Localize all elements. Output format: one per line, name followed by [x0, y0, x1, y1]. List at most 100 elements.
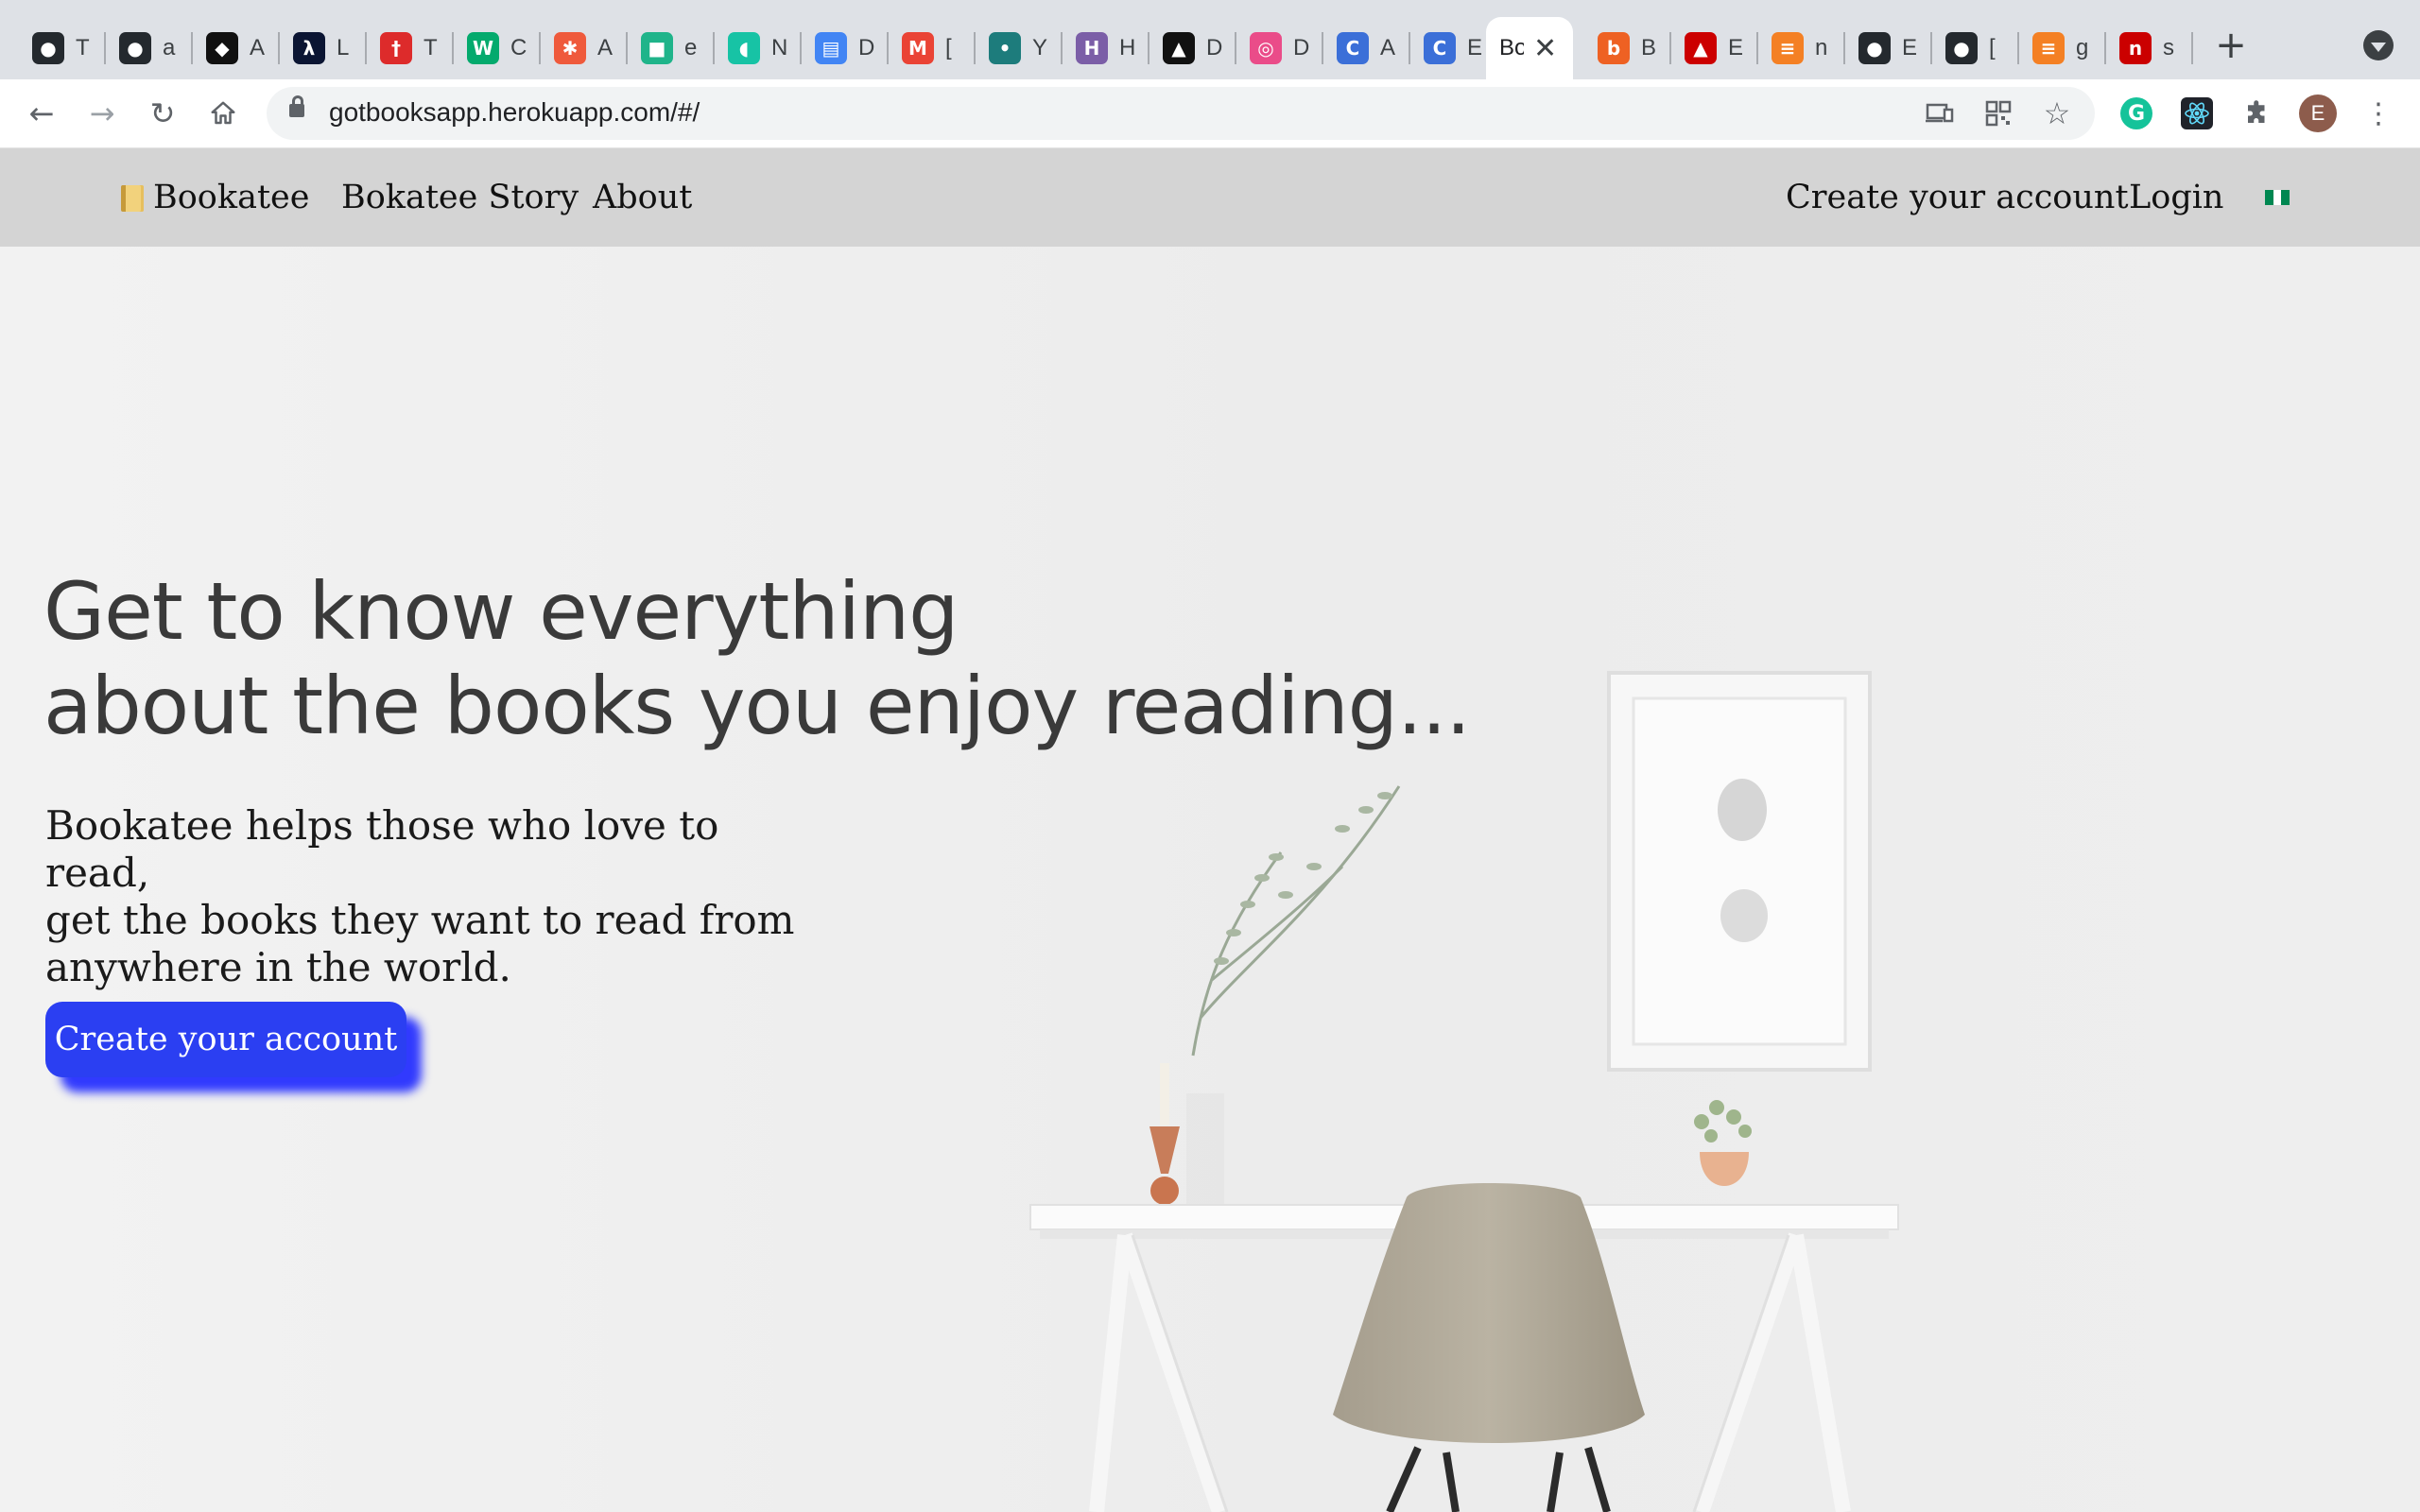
tab-title: E — [1902, 35, 1918, 60]
hero-subtitle-line-1: Bookatee helps those who love to read, — [45, 802, 719, 896]
tab-title: Bo — [1499, 35, 1524, 60]
tab-title: E — [1467, 35, 1483, 60]
close-icon[interactable]: ✕ — [1533, 32, 1557, 65]
grammarly-extension-icon[interactable]: G — [2118, 94, 2155, 132]
brand-link[interactable]: Bookatee — [121, 179, 309, 216]
bookmark-star-icon[interactable]: ☆ — [2040, 95, 2074, 131]
tower-icon: † — [380, 32, 412, 64]
drop-icon: • — [989, 32, 1021, 64]
tab-title: E — [1728, 35, 1744, 60]
browser-tab[interactable]: ▲ D — [1150, 17, 1236, 79]
tab-title: A — [250, 35, 266, 60]
lock-icon — [289, 95, 304, 117]
lambda-icon: λ — [293, 32, 325, 64]
redhat-icon: ▲ — [1685, 32, 1717, 64]
bookmark-icon: ◖ — [728, 32, 760, 64]
nav-link-create-account[interactable]: Create your account — [1786, 179, 2129, 216]
tab-title: [ — [1989, 35, 1996, 60]
book-icon — [121, 185, 144, 212]
dribbble-icon: ◎ — [1250, 32, 1282, 64]
browser-tab[interactable]: CA — [1323, 17, 1410, 79]
create-account-button[interactable]: Create your account — [45, 1002, 406, 1077]
browser-tab[interactable]: ≡ g — [2019, 17, 2106, 79]
asterisk-icon: ✱ — [554, 32, 586, 64]
tab-title: B — [1641, 35, 1657, 60]
github-icon: ● — [1945, 32, 1978, 64]
tab-title: A — [597, 35, 614, 60]
browser-tab[interactable]: ● a — [106, 17, 193, 79]
back-button[interactable]: ← — [19, 91, 64, 136]
forward-button[interactable]: → — [79, 91, 125, 136]
tab-divider — [2191, 32, 2193, 64]
home-icon — [211, 101, 235, 125]
tab-title: D — [858, 35, 875, 60]
browser-tab[interactable]: ns — [2106, 17, 2193, 79]
browser-tab[interactable]: ◖ N — [715, 17, 802, 79]
tab-title: T — [76, 35, 90, 60]
nav-link-story[interactable]: Bokatee Story — [341, 179, 579, 216]
github-icon: ● — [1858, 32, 1891, 64]
browser-tab[interactable]: ▤ D — [802, 17, 889, 79]
browser-tab[interactable]: ●[ — [1932, 17, 2019, 79]
browser-toolbar: ← → ↻ gotbooksapp.herokuapp.com/#/ ☆ G E… — [0, 79, 2420, 148]
tab-title: T — [424, 35, 438, 60]
flag-stripe — [2273, 190, 2282, 205]
extensions-puzzle-icon[interactable] — [2238, 94, 2276, 132]
tab-title: g — [2076, 35, 2089, 60]
browser-tab[interactable]: WC — [454, 17, 541, 79]
tab-title: a — [163, 35, 176, 60]
nav-link-about[interactable]: About — [593, 179, 692, 216]
hero-subtitle: Bookatee helps those who love to read, g… — [45, 802, 821, 991]
tab-search-button[interactable] — [2363, 30, 2394, 60]
c-icon: C — [1424, 32, 1456, 64]
cap-icon: ▲ — [1163, 32, 1195, 64]
browser-tab[interactable]: ▲ E — [1671, 17, 1758, 79]
browser-tab[interactable]: ● E — [1845, 17, 1932, 79]
hero-subtitle-line-3: anywhere in the world. — [45, 944, 511, 990]
browser-tab[interactable]: † T — [367, 17, 454, 79]
browser-tab[interactable]: HH — [1063, 17, 1150, 79]
tab-title: s — [2163, 35, 2174, 60]
browser-tab[interactable]: ● T — [19, 17, 106, 79]
tab-title: A — [1380, 35, 1396, 60]
tab-title: D — [1206, 35, 1223, 60]
browser-menu-icon[interactable]: ⋮ — [2360, 94, 2397, 132]
browser-tab[interactable]: ✱ A — [541, 17, 628, 79]
tab-active[interactable]: Bo ✕ — [1486, 17, 1573, 79]
browser-tab[interactable]: CE — [1410, 17, 1497, 79]
app-icon: ■ — [641, 32, 673, 64]
new-tab-button[interactable]: + — [2210, 25, 2252, 66]
c-icon: C — [1337, 32, 1369, 64]
cast-icon[interactable] — [1923, 96, 1957, 130]
tab-title: H — [1119, 35, 1136, 60]
profile-avatar[interactable]: E — [2299, 94, 2337, 132]
browser-tab[interactable]: ≡ n — [1758, 17, 1845, 79]
qr-code-icon[interactable] — [1981, 96, 2015, 130]
bitly-icon: b — [1598, 32, 1630, 64]
github-icon: ● — [119, 32, 151, 64]
browser-tab[interactable]: λL — [280, 17, 367, 79]
browser-tab[interactable]: ◆ A — [193, 17, 280, 79]
browser-tab[interactable]: M[ — [889, 17, 976, 79]
nigeria-flag-icon[interactable] — [2265, 190, 2290, 205]
reload-button[interactable]: ↻ — [140, 91, 185, 136]
browser-tab[interactable]: bB — [1584, 17, 1671, 79]
browser-tab[interactable]: ■ e — [628, 17, 715, 79]
npm-icon: n — [2119, 32, 2152, 64]
tab-title: n — [1815, 35, 1828, 60]
address-bar[interactable]: gotbooksapp.herokuapp.com/#/ ☆ — [267, 87, 2095, 140]
hero-title: Get to know everything about the books y… — [43, 564, 1471, 753]
nav-link-login[interactable]: Login — [2129, 179, 2223, 216]
browser-tab[interactable]: • Y — [976, 17, 1063, 79]
stackoverflow-icon: ≡ — [1772, 32, 1804, 64]
url-text[interactable]: gotbooksapp.herokuapp.com/#/ — [329, 97, 700, 128]
tab-title: D — [1293, 35, 1310, 60]
home-button[interactable] — [200, 91, 246, 136]
browser-tab[interactable]: ◎ D — [1236, 17, 1323, 79]
react-devtools-icon[interactable] — [2178, 94, 2216, 132]
tab-title: L — [337, 35, 350, 60]
hero-title-line-1: Get to know everything — [43, 565, 959, 658]
site-navbar: Bookatee Bokatee Story About Create your… — [0, 148, 2420, 247]
gmail-icon: M — [902, 32, 934, 64]
brand-name: Bookatee — [153, 179, 310, 216]
